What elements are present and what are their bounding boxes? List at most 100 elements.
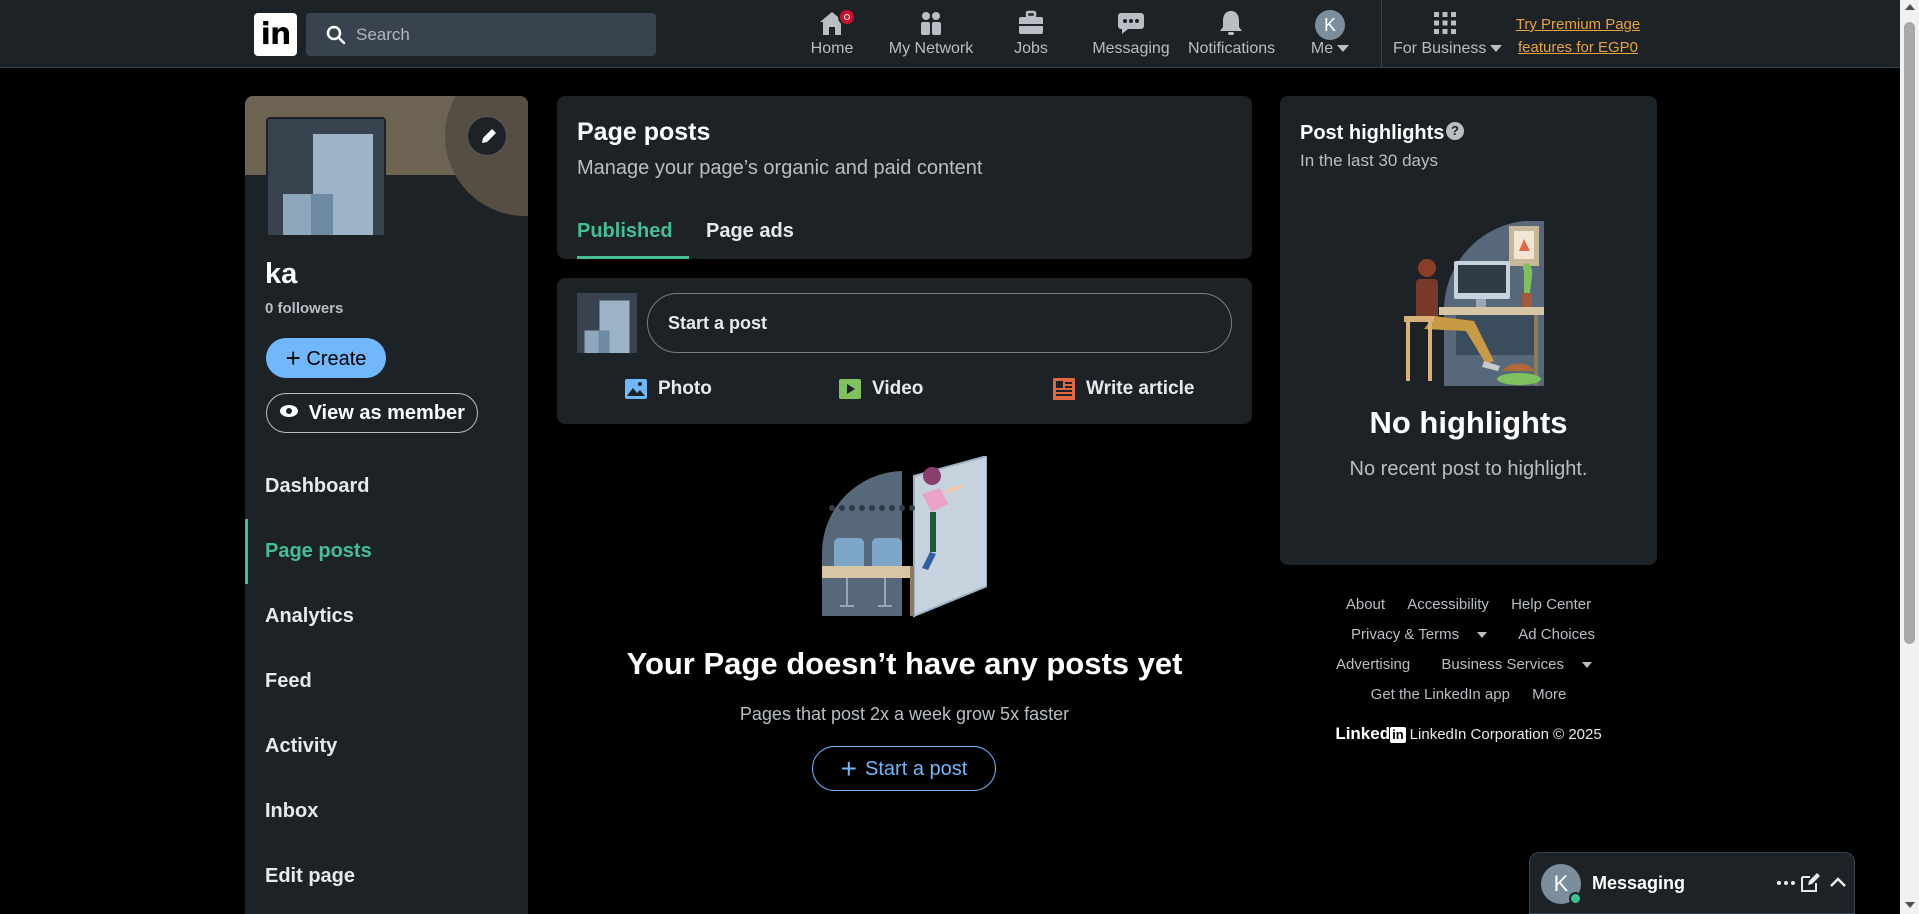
page-title: Page posts [577,118,711,146]
premium-line1: Try Premium Page [1515,16,1641,33]
footer-link-business-services[interactable]: Business Services [1432,656,1601,673]
no-highlights-illustration [1404,221,1544,386]
action-label: Photo [658,378,712,399]
linkedin-logo[interactable]: in [254,13,297,56]
empty-state-subtitle: Pages that post 2x a week grow 5x faster [739,704,1070,724]
copyright: Linked in LinkedIn Corporation © 2025 [1280,724,1657,744]
chevron-down-icon [1477,632,1488,639]
bell-icon [1220,11,1242,35]
chat-icon [1118,13,1144,34]
start-post-button[interactable]: + Start a post [812,746,996,791]
nav-label: My Network [888,40,974,57]
search-icon [326,25,346,45]
plus-icon: + [285,343,301,373]
linkedin-wordmark: Linked [1335,724,1391,743]
nav-me[interactable]: K Me [1308,8,1352,64]
copyright-text: LinkedIn Corporation © 2025 [1409,726,1602,743]
grid-icon [1434,12,1456,34]
sidebar-item-dashboard[interactable]: Dashboard [245,454,528,519]
page-posts-card: Page posts Manage your page’s organic an… [557,96,1252,259]
footer-link-privacy-terms[interactable]: Privacy & Terms [1342,626,1496,643]
sidebar-nav: Dashboard Page posts Analytics Feed Acti… [245,454,528,909]
highlights-subtitle: In the last 30 days [1300,151,1438,170]
company-logo [266,117,386,237]
top-navigation: in Home My Network Jobs [0,0,1900,68]
footer-link-about[interactable]: About [1346,596,1385,613]
help-icon[interactable]: ? [1446,122,1464,140]
briefcase-icon [1019,10,1043,34]
footer-link-more[interactable]: More [1532,686,1566,703]
sidebar-item-activity[interactable]: Activity [245,714,528,779]
compose-icon[interactable] [1798,871,1822,895]
nav-home[interactable]: Home [800,8,864,64]
eye-icon [280,405,299,417]
privacy-label: Privacy & Terms [1351,626,1460,643]
action-label: Write article [1086,378,1195,399]
nav-messaging[interactable]: Messaging [1092,8,1170,64]
chevron-down-icon [1337,45,1350,53]
create-label: Create [306,348,367,370]
pencil-icon [482,129,496,143]
video-button[interactable]: Video [838,374,923,404]
followers-count: 0 followers [265,300,344,317]
no-highlights-title: No highlights [1369,405,1568,440]
business-services-label: Business Services [1441,656,1564,673]
view-as-member-button[interactable]: View as member [266,393,478,433]
photo-button[interactable]: Photo [624,374,712,404]
messaging-overlay[interactable]: K Messaging [1529,852,1855,914]
search-input[interactable] [356,13,646,56]
sidebar-item-edit-page[interactable]: Edit page [245,844,528,909]
more-options-icon[interactable] [1774,871,1798,895]
scrollbar-thumb[interactable] [1904,22,1915,644]
tab-published[interactable]: Published [577,206,689,259]
building-icon [577,293,637,353]
sidebar-item-inbox[interactable]: Inbox [245,779,528,844]
nav-for-business[interactable]: For Business [1393,8,1503,64]
write-article-button[interactable]: Write article [1052,374,1194,404]
sidebar-item-analytics[interactable]: Analytics [245,584,528,649]
online-status-icon [1569,892,1582,905]
nav-label: Messaging [1092,40,1170,57]
scroll-up-icon[interactable] [1905,4,1915,10]
tab-page-ads[interactable]: Page ads [706,206,794,259]
premium-link[interactable]: Try Premium Page features for EGP0 [1508,13,1648,59]
plus-icon: + [840,753,858,784]
footer: About Accessibility Help Center Privacy … [1280,590,1657,744]
create-button[interactable]: + Create [266,338,386,378]
chevron-up-icon[interactable] [1826,871,1850,895]
company-name[interactable]: ka [265,258,297,291]
building-icon [268,119,384,235]
tab-label: Published [577,220,673,242]
scroll-down-icon[interactable] [1905,902,1915,908]
no-highlights-subtitle: No recent post to highlight. [1349,458,1588,480]
edit-cover-button[interactable] [467,116,507,156]
premium-line2: features for EGP0 [1517,39,1639,56]
company-logo-small [577,293,637,353]
nav-label: For Business [1393,40,1503,58]
highlights-title: Post highlights [1300,122,1445,144]
scrollbar[interactable] [1900,0,1919,914]
footer-link-accessibility[interactable]: Accessibility [1407,596,1489,613]
action-label: Video [872,378,924,399]
photo-icon [625,378,647,399]
footer-link-help-center[interactable]: Help Center [1511,596,1591,613]
page-subtitle: Manage your page’s organic and paid cont… [577,157,983,179]
article-icon [1053,377,1075,400]
sidebar-item-feed[interactable]: Feed [245,649,528,714]
nav-label: Jobs [1014,40,1048,57]
footer-link-get-app[interactable]: Get the LinkedIn app [1371,686,1510,703]
footer-link-ad-choices[interactable]: Ad Choices [1518,626,1595,643]
nav-label: Notifications [1188,40,1276,57]
messaging-label: Messaging [1592,873,1686,893]
nav-jobs[interactable]: Jobs [1000,8,1062,64]
linkedin-logo-small: in [1390,727,1406,743]
start-post-input[interactable]: Start a post [647,293,1232,353]
nav-my-network[interactable]: My Network [885,8,977,64]
nav-label: Me [1308,40,1352,58]
sidebar-item-page-posts[interactable]: Page posts [245,519,528,584]
empty-state-title: Your Page doesn’t have any posts yet [626,646,1183,681]
nav-notifications[interactable]: Notifications [1188,8,1276,64]
page-admin-sidebar: ka 0 followers + Create View as member D… [245,96,528,914]
search-bar[interactable] [306,13,656,56]
footer-link-advertising[interactable]: Advertising [1336,656,1410,673]
